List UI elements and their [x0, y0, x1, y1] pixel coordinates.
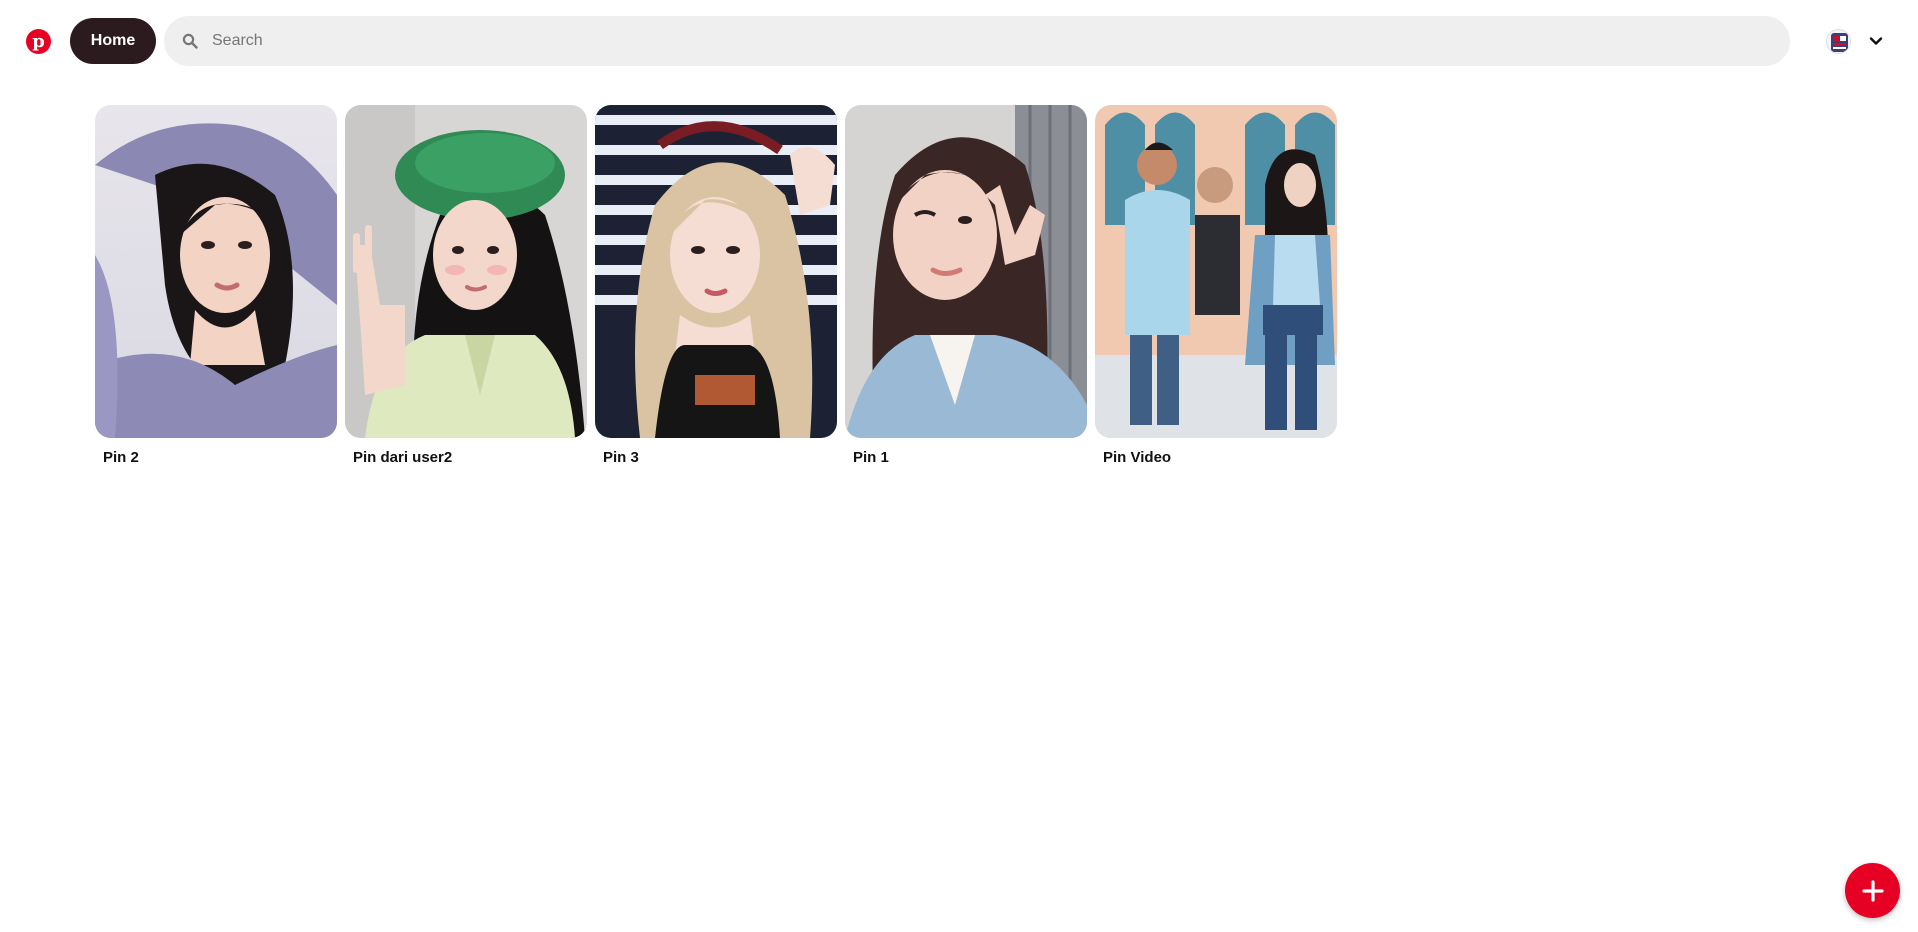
pin-image[interactable]: [595, 105, 837, 438]
pin-image[interactable]: [1095, 105, 1337, 438]
search-icon: [182, 33, 198, 49]
pin-card[interactable]: Pin 3: [595, 105, 837, 468]
pin-image[interactable]: [95, 105, 337, 438]
pin-title: Pin Video: [1103, 449, 1172, 466]
top-navigation-bar: p Home: [0, 0, 1918, 80]
pin-title: Pin 1: [853, 449, 889, 466]
home-button[interactable]: Home: [70, 18, 156, 64]
search-input[interactable]: [212, 16, 1772, 66]
pin-image[interactable]: [845, 105, 1087, 438]
pin-card[interactable]: Pin 1: [845, 105, 1087, 468]
pin-card[interactable]: Pin dari user2: [345, 105, 587, 468]
create-pin-button[interactable]: [1845, 863, 1900, 918]
pin-title: Pin 3: [603, 449, 639, 466]
pin-title: Pin 2: [103, 449, 139, 466]
avatar[interactable]: [1826, 29, 1851, 54]
pin-card[interactable]: Pin 2: [95, 105, 337, 468]
search-bar[interactable]: [164, 16, 1790, 66]
pin-grid: Pin 2 Pin dari user2 Pin 3 Pin 1 Pin Vid…: [95, 105, 1337, 468]
pin-image[interactable]: [345, 105, 587, 438]
pin-title: Pin dari user2: [353, 449, 453, 466]
avatar-icon: [1827, 30, 1850, 53]
pinterest-logo-icon[interactable]: p: [26, 29, 51, 54]
pin-card[interactable]: Pin Video: [1095, 105, 1337, 468]
chevron-down-icon[interactable]: [1868, 33, 1884, 49]
plus-icon: [1861, 879, 1884, 902]
